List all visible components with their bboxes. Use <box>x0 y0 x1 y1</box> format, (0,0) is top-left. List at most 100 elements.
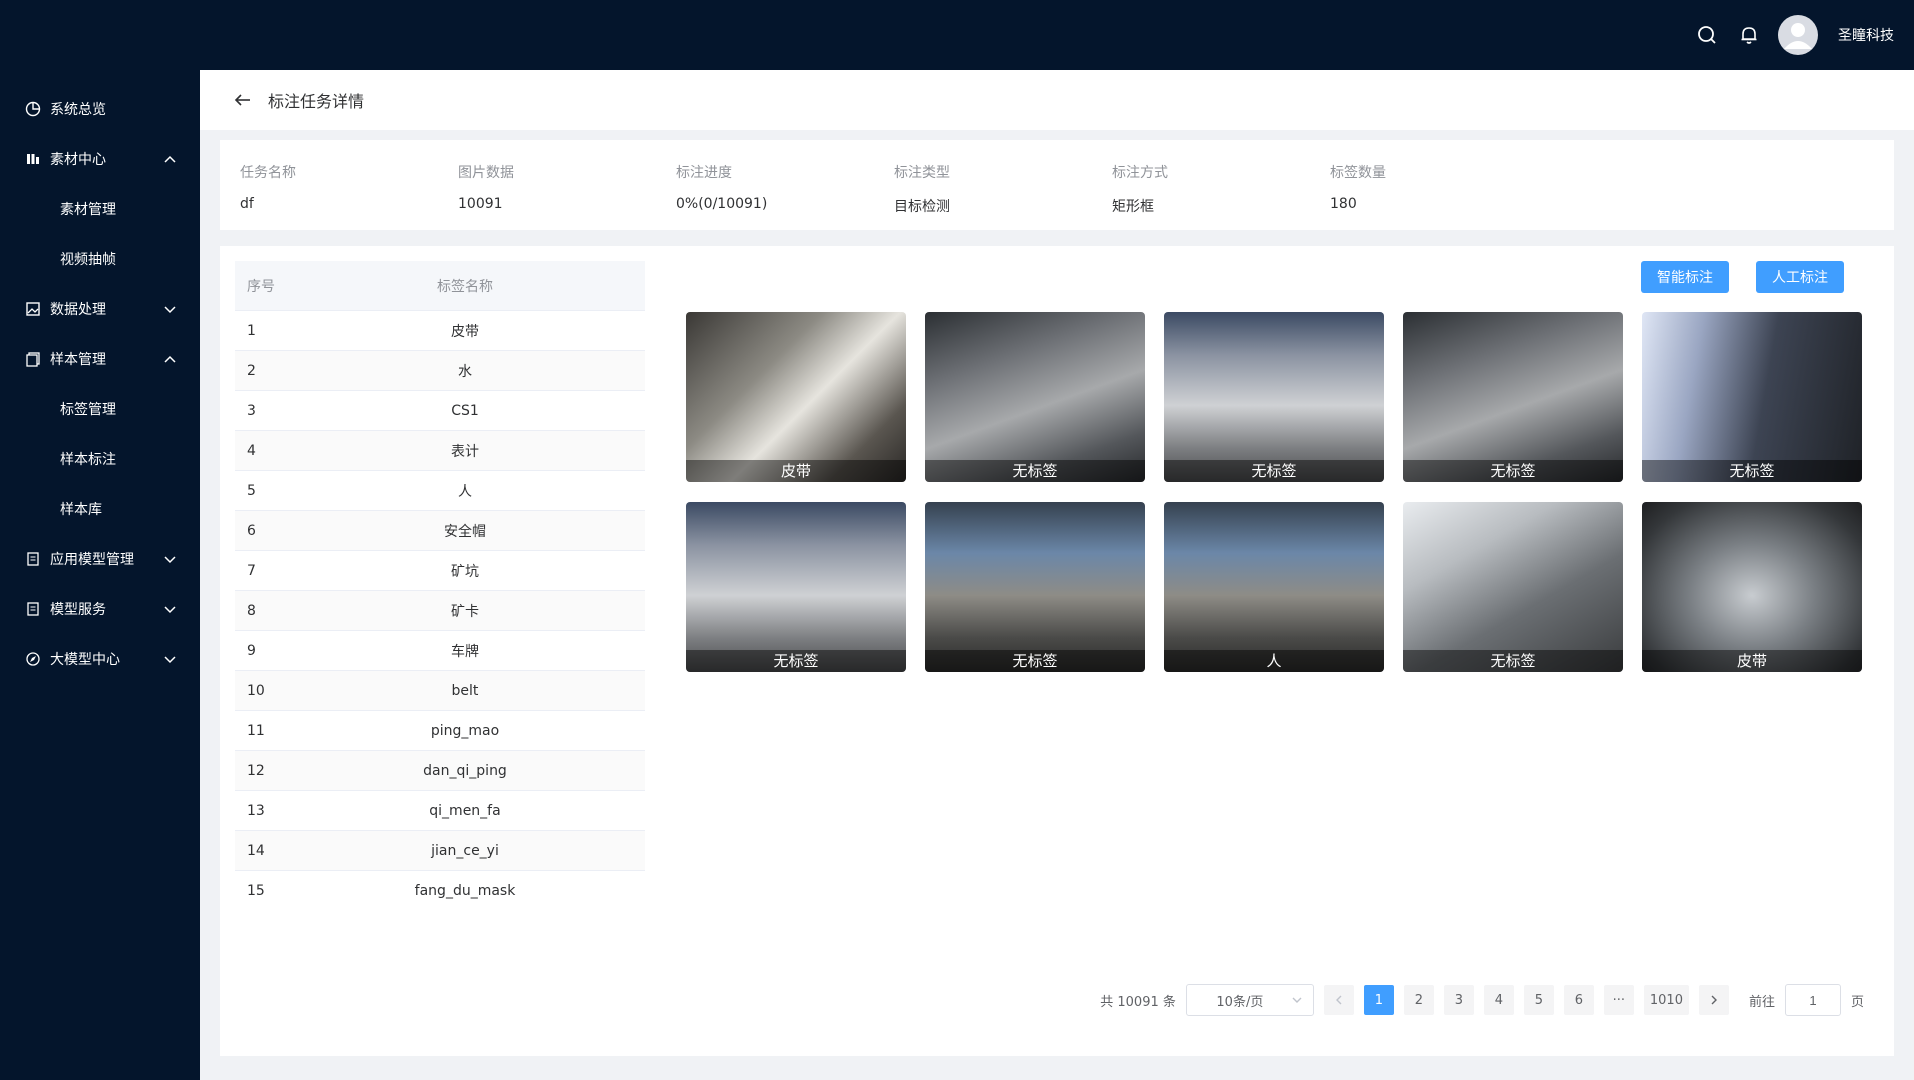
column-header-index: 序号 <box>247 278 275 295</box>
page-numbers: 123456 <box>1363 985 1594 1015</box>
page-button[interactable]: 1 <box>1363 985 1394 1015</box>
info-label: 任务名称 <box>240 165 296 181</box>
row-label-name: 水 <box>458 363 472 380</box>
prev-page-button[interactable] <box>1323 985 1354 1015</box>
sidebar-item-sample-annotation[interactable]: 样本标注 <box>0 434 200 484</box>
table-row: 13 qi_men_fa <box>235 791 645 831</box>
chart-bars-icon <box>24 150 42 168</box>
bell-icon[interactable] <box>1736 22 1762 48</box>
thumbnail-caption: 无标签 <box>925 460 1145 482</box>
sample-thumbnail[interactable]: 无标签 <box>1403 312 1623 482</box>
row-label-name: CS1 <box>451 402 479 419</box>
sidebar-item-label: 素材中心 <box>50 152 106 168</box>
sample-thumbnail[interactable]: 无标签 <box>1164 312 1384 482</box>
submenu-sample: 标签管理 样本标注 样本库 <box>0 384 200 534</box>
page-button[interactable]: 5 <box>1523 985 1554 1015</box>
row-label-name: belt <box>451 682 479 699</box>
row-label-name: 矿坑 <box>451 563 479 580</box>
page-button[interactable]: 6 <box>1563 985 1594 1015</box>
goto-label: 前往 <box>1748 994 1775 1010</box>
page-size-select[interactable]: 10条/页 <box>1185 984 1314 1016</box>
manual-annotation-button[interactable]: 人工标注 <box>1756 261 1844 293</box>
table-body: 1 皮带 2 水 3 CS1 4 表计 5 人 6 安全帽 7 矿坑 8 矿卡 9 车牌 10 belt 11 ping_… <box>235 311 645 901</box>
chevron-down-icon <box>162 651 178 667</box>
thumbnail-grid: 皮带 无标签 无标签 无标签 无标签 无标签 无标签人无标签 皮带 <box>686 312 1862 672</box>
sidebar-item-material-center[interactable]: 素材中心 <box>0 134 200 184</box>
sidebar-item-sample-management[interactable]: 样本管理 <box>0 334 200 384</box>
task-info-card: 任务名称 df 图片数据 10091 标注进度 0%(0/10091) 标注类型… <box>220 140 1894 230</box>
table-row: 11 ping_mao <box>235 711 645 751</box>
chevron-down-icon <box>162 551 178 567</box>
sidebar-item-video-frames[interactable]: 视频抽帧 <box>0 234 200 284</box>
smart-annotation-button[interactable]: 智能标注 <box>1641 261 1729 293</box>
sample-thumbnail[interactable]: 无标签 <box>1403 502 1623 672</box>
sample-thumbnail[interactable]: 人 <box>1164 502 1384 672</box>
info-value: 0%(0/10091) <box>676 196 768 212</box>
sidebar-item-label: 样本标注 <box>60 452 116 468</box>
chevron-down-icon <box>1291 994 1303 1006</box>
thumbnail-caption: 无标签 <box>1642 460 1862 482</box>
back-arrow-icon[interactable] <box>234 89 256 111</box>
user-avatar[interactable] <box>1778 15 1818 55</box>
sidebar-item-llm-center[interactable]: 大模型中心 <box>0 634 200 684</box>
sidebar-item-label: 大模型中心 <box>50 652 120 668</box>
row-label-name: 车牌 <box>451 643 479 660</box>
row-index: 5 <box>247 482 256 499</box>
row-index: 1 <box>247 322 256 339</box>
table-row: 5人 <box>235 471 645 511</box>
compass-icon <box>24 650 42 668</box>
table-row: 8 矿卡 <box>235 591 645 631</box>
row-index: 3 <box>247 402 256 419</box>
sidebar-item-sample-library[interactable]: 样本库 <box>0 484 200 534</box>
dashboard-icon <box>24 100 42 118</box>
next-page-button[interactable] <box>1698 985 1729 1015</box>
username[interactable]: 圣瞳科技 <box>1838 25 1894 45</box>
page-button[interactable]: 2 <box>1403 985 1434 1015</box>
sample-thumbnail[interactable]: 无标签 <box>925 502 1145 672</box>
search-icon[interactable] <box>1694 22 1720 48</box>
thumbnail-caption: 皮带 <box>1642 650 1862 672</box>
page-button[interactable]: 3 <box>1443 985 1474 1015</box>
label-table: 序号 标签名称 1 皮带 2 水 3 CS1 4 表计 5 人 6 安全帽 7 矿坑 8 矿卡 9 车牌 10 bel… <box>235 261 645 901</box>
table-row: 9 车牌 <box>235 631 645 671</box>
sidebar-item-overview[interactable]: 系统总览 <box>0 84 200 134</box>
thumbnail-caption: 无标签 <box>1403 650 1623 672</box>
page-unit: 页 <box>1850 994 1864 1010</box>
sidebar-item-label: 样本管理 <box>50 352 106 368</box>
page-title: 标注任务详情 <box>268 92 365 111</box>
sample-thumbnail[interactable]: 皮带 <box>1642 502 1862 672</box>
sidebar-item-label-management[interactable]: 标签管理 <box>0 384 200 434</box>
column-header-name: 标签名称 <box>437 278 493 295</box>
sample-thumbnail[interactable]: 皮带 <box>686 312 906 482</box>
table-row: 4 表计 <box>235 431 645 471</box>
sidebar-item-material-management[interactable]: 素材管理 <box>0 184 200 234</box>
sidebar-item-app-model-management[interactable]: 应用模型管理 <box>0 534 200 584</box>
row-index: 11 <box>247 722 265 739</box>
page-button-last[interactable]: 1010 <box>1643 985 1689 1015</box>
thumbnail-caption: 无标签 <box>686 650 906 672</box>
pagination: 共 10091 条 10条/页 123456 ··· 1010 前往 页 <box>1100 984 1864 1016</box>
row-label-name: 安全帽 <box>444 523 486 540</box>
row-label-name: 人 <box>458 483 472 500</box>
info-label: 标签数量 <box>1330 165 1386 181</box>
page-header: 标注任务详情 <box>200 70 1914 130</box>
main-area: 标注任务详情 任务名称 df 图片数据 10091 标注进度 0%(0/1009… <box>200 70 1914 1080</box>
sidebar-item-data-processing[interactable]: 数据处理 <box>0 284 200 334</box>
sample-thumbnail[interactable]: 无标签 <box>925 312 1145 482</box>
chevron-down-icon <box>162 601 178 617</box>
row-index: 15 <box>247 882 265 899</box>
info-value: df <box>240 196 254 212</box>
sidebar-item-label: 应用模型管理 <box>50 552 134 568</box>
sidebar-item-model-service[interactable]: 模型服务 <box>0 584 200 634</box>
sample-thumbnail[interactable]: 无标签 <box>686 502 906 672</box>
row-index: 6 <box>247 522 256 539</box>
goto-page-input[interactable] <box>1784 984 1841 1016</box>
page-button[interactable]: 4 <box>1483 985 1514 1015</box>
sample-thumbnail[interactable]: 无标签 <box>1642 312 1862 482</box>
info-label: 标注方式 <box>1112 165 1168 181</box>
row-index: 9 <box>247 642 256 659</box>
thumbnail-caption: 人 <box>1164 650 1384 672</box>
table-row: 3 CS1 <box>235 391 645 431</box>
ellipsis-button[interactable]: ··· <box>1603 985 1634 1015</box>
chevron-up-icon <box>162 151 178 167</box>
